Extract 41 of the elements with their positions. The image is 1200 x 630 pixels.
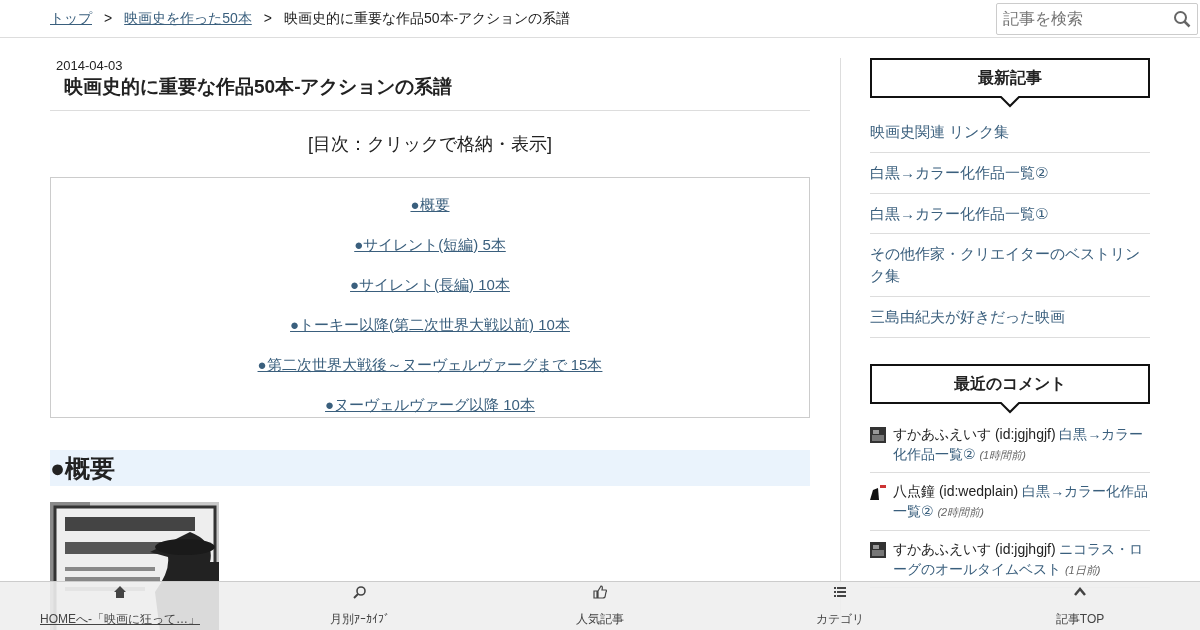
article-title: 映画史的に重要な作品50本-アクションの系譜 — [63, 75, 454, 100]
bottom-nav-item[interactable]: 月別ｱｰｶｲﾌﾞ — [326, 582, 394, 630]
toc-link[interactable]: ●第二次世界大戦後～ヌーヴェルヴァーグまで 15本 — [257, 355, 603, 373]
breadcrumb-link[interactable]: 映画史を作った50本 — [124, 8, 252, 29]
section-heading: ●概要 — [50, 449, 810, 486]
search-icon[interactable] — [1173, 9, 1191, 28]
pointer-icon — [999, 401, 1021, 414]
toc-link[interactable]: ●概要 — [410, 195, 450, 213]
user-avatar — [870, 541, 886, 558]
thumbs-up-icon — [593, 585, 607, 599]
search-icon — [353, 585, 367, 599]
recent-article-link[interactable]: 映画史関連 リンク集 — [870, 121, 1150, 143]
bottom-nav-item[interactable]: 人気記事 — [572, 582, 628, 630]
list-icon — [833, 585, 847, 599]
bottom-nav-item[interactable]: 記事TOP — [1051, 582, 1109, 630]
breadcrumb-current: 映画史的に重要な作品50本-アクションの系譜 — [283, 9, 571, 28]
toc-link[interactable]: ●サイレント(長編) 10本 — [350, 275, 510, 293]
bottom-nav-item[interactable]: HOMEへ-「映画に狂って…」 — [36, 582, 204, 630]
article-date: 2014-04-03 — [55, 59, 124, 74]
toc-toggle[interactable]: [目次：クリックで格納・表示] — [50, 130, 810, 158]
toc-link[interactable]: ●ヌーヴェルヴァーグ以降 10本 — [325, 395, 535, 413]
user-avatar — [870, 484, 886, 501]
comment-text: すかあふえいす (id:jgjhgjf) 白黒→カラー化作品一覧② (1時間前) — [893, 424, 1145, 464]
comment-text: すかあふえいす (id:jgjhgjf) ニコラス・ローグのオールタイムベスト (1日前) — [893, 539, 1145, 579]
toc-link[interactable]: ●トーキー以降(第二次世界大戦以前) 10本 — [290, 315, 570, 333]
search-field[interactable]: 記事を検索 — [996, 2, 1198, 35]
widget-heading: 最新記事 — [870, 58, 1150, 98]
widget-heading: 最近のコメント — [870, 363, 1150, 404]
toc-link[interactable]: ●サイレント(短編) 5本 — [354, 235, 506, 253]
recent-article-link[interactable]: 三島由紀夫が好きだった映画 — [870, 305, 1150, 328]
recent-article-link[interactable]: 白黒→カラー化作品一覧① — [870, 202, 1150, 225]
bottom-nav-item[interactable]: カテゴリ — [812, 582, 868, 630]
breadcrumb-link[interactable]: トップ — [50, 8, 92, 29]
breadcrumb-separator: > — [104, 9, 113, 28]
comment-text: 八点鐘 (id:wedplain) 白黒→カラー化作品一覧② (2時間前) — [893, 482, 1150, 522]
recent-article-link[interactable]: 白黒→カラー化作品一覧② — [870, 161, 1150, 184]
recent-article-link[interactable]: その他作家・クリエイターのベストリンク集 — [870, 243, 1150, 287]
home-icon — [113, 585, 127, 599]
pointer-icon — [999, 96, 1021, 108]
user-avatar — [870, 426, 886, 443]
breadcrumb-separator: > — [263, 9, 272, 28]
